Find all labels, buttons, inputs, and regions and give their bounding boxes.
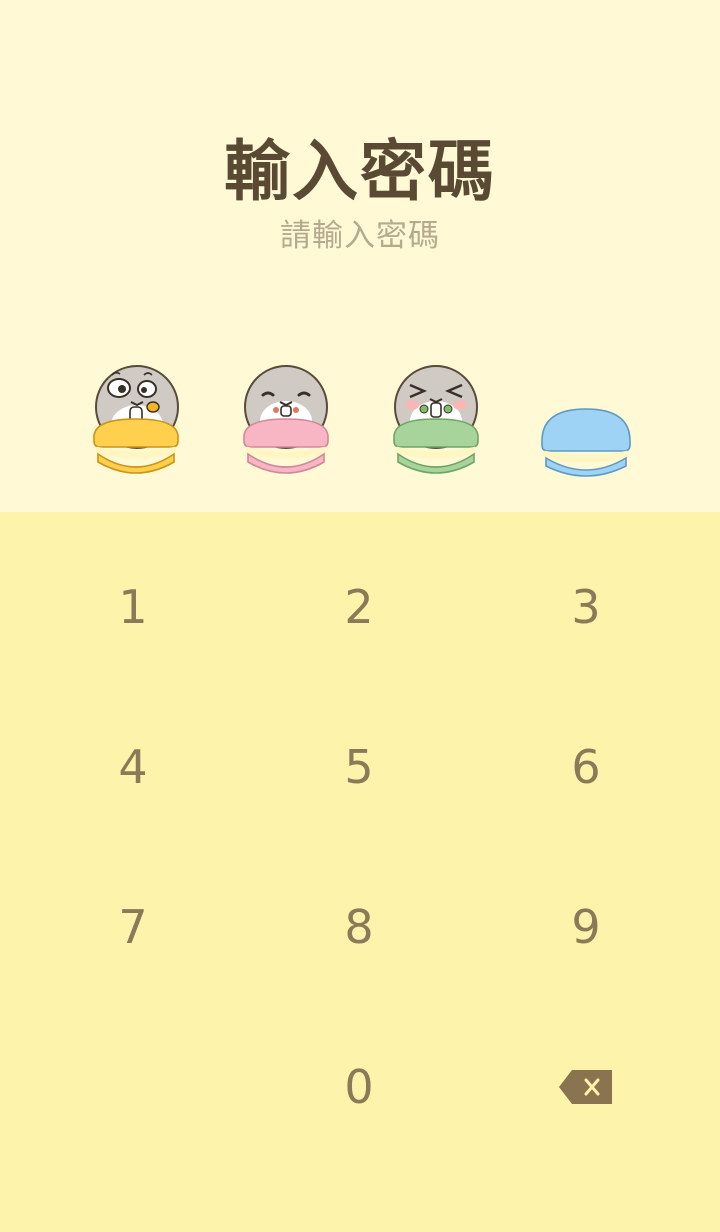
key-6[interactable]: 6	[486, 702, 686, 832]
key-5[interactable]: 5	[259, 702, 459, 832]
passcode-dot-4-blue-macaron-icon	[536, 355, 636, 485]
backspace-button[interactable]	[486, 1022, 686, 1152]
page-subtitle: 請輸入密碼	[280, 218, 440, 254]
key-9[interactable]: 9	[486, 862, 686, 992]
keypad: 1 2 3 4 5 6 7 8 9 0	[0, 512, 720, 1232]
header-area: 輸入密碼 請輸入密碼	[0, 0, 720, 512]
key-1[interactable]: 1	[33, 542, 233, 672]
passcode-dot-1-hamster-yellow-macaron-icon	[86, 355, 186, 485]
passcode-dot-2-hamster-pink-macaron-icon	[236, 355, 336, 485]
key-2[interactable]: 2	[259, 542, 459, 672]
key-0[interactable]: 0	[259, 1022, 459, 1152]
key-8[interactable]: 8	[259, 862, 459, 992]
key-7[interactable]: 7	[33, 862, 233, 992]
passcode-indicators	[0, 355, 720, 490]
key-3[interactable]: 3	[486, 542, 686, 672]
passcode-dot-3-hamster-green-macaron-icon	[386, 355, 486, 485]
page-title: 輸入密碼	[224, 133, 496, 210]
backspace-icon	[559, 1070, 612, 1104]
key-4[interactable]: 4	[33, 702, 233, 832]
